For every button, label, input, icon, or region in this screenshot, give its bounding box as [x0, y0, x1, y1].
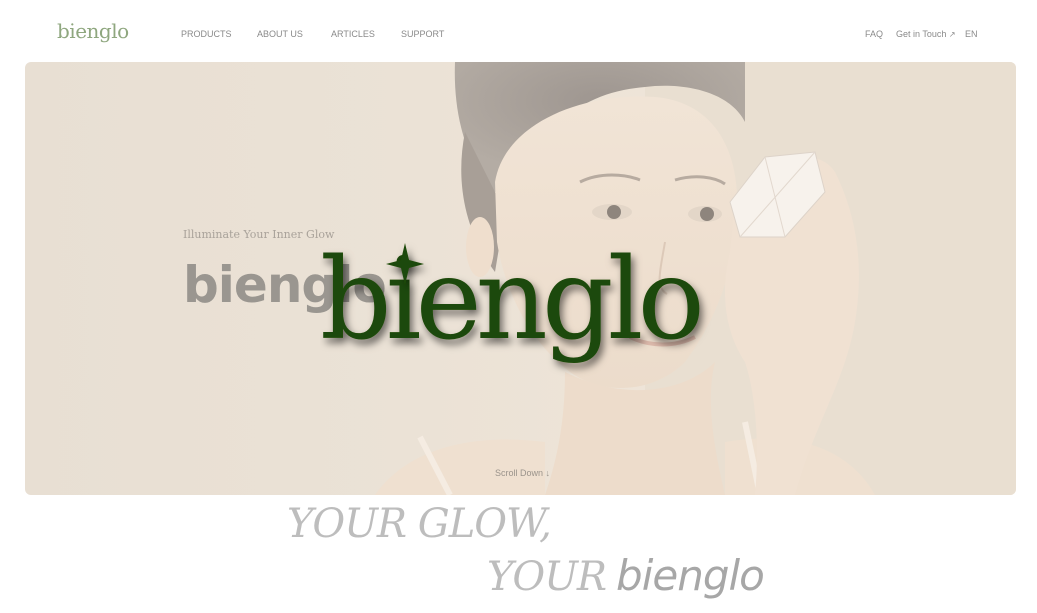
nav-item-products[interactable]: PRODUCTS [181, 29, 232, 39]
slogan-line-2-brand: bienglo [616, 551, 765, 600]
hero-tagline: Illuminate Your Inner Glow [183, 228, 335, 241]
scroll-down-label: Scroll Down [495, 468, 544, 478]
overlay-logo-text: bienglo [320, 238, 699, 365]
overlay-brand-logo: bienglo [320, 238, 705, 365]
nav-item-articles[interactable]: ARTICLES [331, 29, 375, 39]
get-in-touch-link[interactable]: Get in Touch ↗ [896, 29, 956, 39]
slogan-line-1: YOUR GLOW, [287, 501, 552, 547]
arrow-down-icon: ↓ [545, 468, 551, 478]
arrow-up-right-icon: ↗ [948, 30, 956, 39]
faq-link[interactable]: FAQ [865, 29, 883, 39]
nav-item-about-us[interactable]: ABOUT US [257, 29, 303, 39]
slogan-line-2: YOUR bienglo [487, 551, 765, 600]
scroll-down-button[interactable]: Scroll Down ↓ [495, 468, 550, 478]
nav-item-support[interactable]: SUPPORT [401, 29, 444, 39]
slogan-line-2-prefix: YOUR [487, 554, 607, 600]
language-selector[interactable]: EN [965, 29, 978, 39]
site-header: bienglo PRODUCTS ABOUT US ARTICLES SUPPO… [0, 0, 1037, 62]
get-in-touch-label: Get in Touch [896, 29, 947, 39]
header-logo[interactable]: bienglo [57, 19, 129, 43]
